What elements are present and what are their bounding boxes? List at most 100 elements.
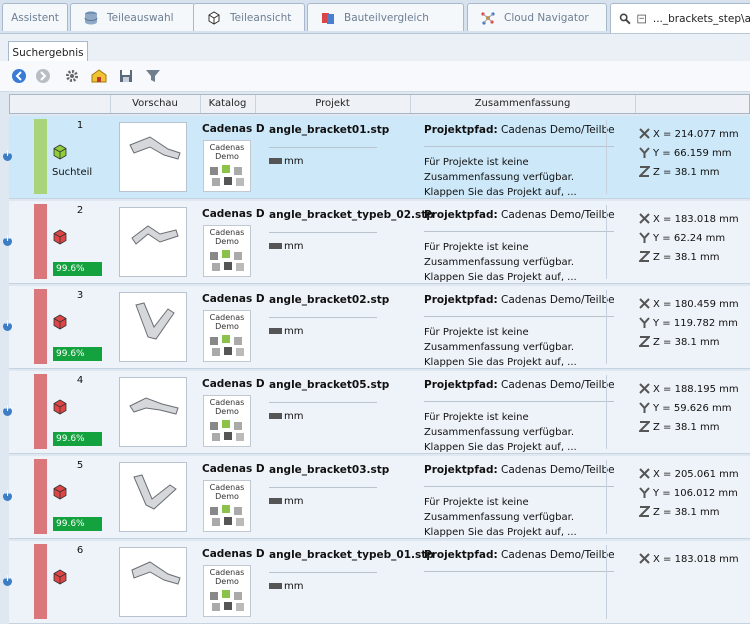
expand-row-icon[interactable] bbox=[3, 489, 12, 501]
catalog-parts-graphic bbox=[210, 590, 244, 611]
catalog-logo[interactable]: Cadenas Demo bbox=[203, 140, 251, 192]
divider bbox=[424, 231, 614, 232]
catalog-name: Cadenas D bbox=[202, 293, 265, 305]
divider bbox=[424, 146, 614, 147]
unit-display: mm bbox=[269, 156, 303, 167]
part-preview-thumbnail[interactable] bbox=[119, 122, 187, 192]
project-filename[interactable]: angle_bracket01.stp bbox=[269, 124, 389, 136]
column-header-summary[interactable]: Zusammenfassung bbox=[410, 95, 636, 113]
forward-icon[interactable] bbox=[35, 68, 51, 84]
unit-label: mm bbox=[284, 326, 304, 337]
unit-label: mm bbox=[284, 156, 304, 167]
tab-suchergebnis[interactable]: Suchergebnis bbox=[8, 41, 88, 63]
column-header-project[interactable]: Projekt bbox=[255, 95, 411, 113]
project-summary: Für Projekte ist keine Zusammenfassung v… bbox=[424, 327, 577, 368]
result-rank: 1 bbox=[76, 120, 84, 131]
bracket-preview-image bbox=[135, 302, 175, 340]
part-preview-thumbnail[interactable] bbox=[119, 207, 187, 277]
project-filename[interactable]: angle_bracket_typeb_01.stp bbox=[269, 549, 434, 561]
catalog-logo[interactable]: Cadenas Demo bbox=[203, 225, 251, 277]
result-row[interactable]: 3 99.6% Cadenas D Cadenas Demo angle_b bbox=[3, 286, 750, 369]
dimension-x-value: X = 180.459 mm bbox=[653, 299, 739, 310]
catalog-name: Cadenas D bbox=[202, 548, 265, 560]
expand-row-icon[interactable] bbox=[3, 574, 12, 586]
z-axis-icon bbox=[639, 166, 650, 177]
project-summary: Für Projekte ist keine Zusammenfassung v… bbox=[424, 157, 577, 198]
settings-gear-icon[interactable] bbox=[64, 68, 80, 84]
column-header-catalog[interactable]: Katalog bbox=[200, 95, 256, 113]
filter-icon[interactable] bbox=[145, 68, 161, 84]
part-cube-icon bbox=[53, 484, 67, 500]
dimension-x-value: X = 183.018 mm bbox=[653, 214, 739, 225]
divider bbox=[269, 487, 377, 488]
dimension-z-value: Z = 38.1 mm bbox=[653, 422, 720, 433]
tab-search-result[interactable]: ..._brackets_step\a bbox=[610, 3, 750, 33]
dimensions: X = 214.077 mm Y = 66.159 mm Z = 38.1 mm bbox=[639, 125, 739, 182]
part-preview-thumbnail[interactable] bbox=[119, 292, 187, 362]
project-filename[interactable]: angle_bracket05.stp bbox=[269, 379, 389, 391]
tab-teileansicht[interactable]: Teileansicht bbox=[193, 3, 305, 31]
divider bbox=[269, 402, 377, 403]
unit-label: mm bbox=[284, 581, 304, 592]
dimension-y-value: Y = 59.626 mm bbox=[653, 403, 732, 414]
unit-label: mm bbox=[284, 241, 304, 252]
tab-teileauswahl[interactable]: Teileauswahl bbox=[70, 3, 195, 31]
part-preview-thumbnail[interactable] bbox=[119, 377, 187, 447]
home-folder-icon[interactable] bbox=[91, 68, 107, 84]
project-path-value: Cadenas Demo/Teilbereich... bbox=[501, 549, 614, 561]
catalog-parts-graphic bbox=[210, 335, 244, 356]
catalog-logo[interactable]: Cadenas Demo bbox=[203, 310, 251, 362]
catalog-logo-text: Cadenas Demo bbox=[209, 398, 245, 416]
project-path-label: Projektpfad: bbox=[424, 294, 498, 306]
tab-bauteilvergleich[interactable]: Bauteilvergleich bbox=[307, 3, 464, 31]
tab-label: Teileauswahl bbox=[107, 11, 174, 24]
dimensions: X = 183.018 mm Y = 62.24 mm Z = 38.1 mm bbox=[639, 210, 739, 267]
catalog-logo-text: Cadenas Demo bbox=[209, 228, 245, 246]
project-path: Projektpfad: Cadenas Demo/Teilbereich... bbox=[424, 124, 614, 136]
back-icon[interactable] bbox=[11, 68, 27, 84]
catalog-logo[interactable]: Cadenas Demo bbox=[203, 395, 251, 447]
project-path: Projektpfad: Cadenas Demo/Teilbereich... bbox=[424, 464, 614, 476]
result-row[interactable]: 1 Suchteil Cadenas D Cadenas Demo angl bbox=[3, 116, 750, 199]
dimension-y: Y = 59.626 mm bbox=[639, 399, 739, 418]
match-percentage-badge: 99.6% bbox=[53, 517, 102, 531]
z-axis-icon bbox=[639, 421, 650, 432]
dimension-z-value: Z = 38.1 mm bbox=[653, 337, 720, 348]
column-header-dimensions bbox=[635, 95, 749, 113]
expand-row-icon[interactable] bbox=[3, 404, 12, 416]
dimension-x-value: X = 188.195 mm bbox=[653, 384, 739, 395]
match-indicator-bar bbox=[34, 374, 47, 449]
column-header-preview[interactable]: Vorschau bbox=[110, 95, 201, 113]
result-row[interactable]: 5 99.6% Cadenas D Cadenas Demo angle_b bbox=[3, 456, 750, 539]
ruler-icon bbox=[269, 158, 282, 164]
project-path-value: Cadenas Demo/Teilbereich... bbox=[501, 209, 614, 221]
part-preview-thumbnail[interactable] bbox=[119, 547, 187, 617]
expand-row-icon[interactable] bbox=[3, 149, 12, 161]
z-axis-icon bbox=[639, 251, 650, 262]
catalog-name: Cadenas D bbox=[202, 208, 265, 220]
column-divider bbox=[606, 375, 607, 449]
project-filename[interactable]: angle_bracket_typeb_02.stp bbox=[269, 209, 434, 221]
save-icon[interactable] bbox=[118, 68, 134, 84]
project-path: Projektpfad: Cadenas Demo/Teilbereich... bbox=[424, 209, 614, 221]
project-path-value: Cadenas Demo/Teilbereich... bbox=[501, 294, 614, 306]
project-filename[interactable]: angle_bracket03.stp bbox=[269, 464, 389, 476]
divider bbox=[269, 572, 377, 573]
catalog-logo[interactable]: Cadenas Demo bbox=[203, 480, 251, 532]
result-row[interactable]: 4 99.6% Cadenas D Cadenas Demo angle_b bbox=[3, 371, 750, 454]
project-filename[interactable]: angle_bracket02.stp bbox=[269, 294, 389, 306]
expand-row-icon[interactable] bbox=[3, 319, 12, 331]
result-row[interactable]: 2 99.6% Cadenas D Cadenas Demo angle_b bbox=[3, 201, 750, 284]
catalog-logo[interactable]: Cadenas Demo bbox=[203, 565, 251, 617]
dimension-y: Y = 119.782 mm bbox=[639, 314, 739, 333]
result-row[interactable]: 6 Cadenas D Cadenas Demo angle_bracke bbox=[3, 541, 750, 624]
part-preview-thumbnail[interactable] bbox=[119, 462, 187, 532]
tab-assistent[interactable]: Assistent bbox=[2, 3, 68, 31]
expand-row-icon[interactable] bbox=[3, 234, 12, 246]
project-summary: Für Projekte ist keine Zusammenfassung v… bbox=[424, 412, 577, 453]
unit-label: mm bbox=[284, 496, 304, 507]
tab-cloud-navigator[interactable]: Cloud Navigator bbox=[467, 3, 607, 31]
dimension-y: Y = 62.24 mm bbox=[639, 229, 739, 248]
column-divider bbox=[606, 120, 607, 194]
project-summary: Für Projekte ist keine Zusammenfassung v… bbox=[424, 242, 577, 283]
